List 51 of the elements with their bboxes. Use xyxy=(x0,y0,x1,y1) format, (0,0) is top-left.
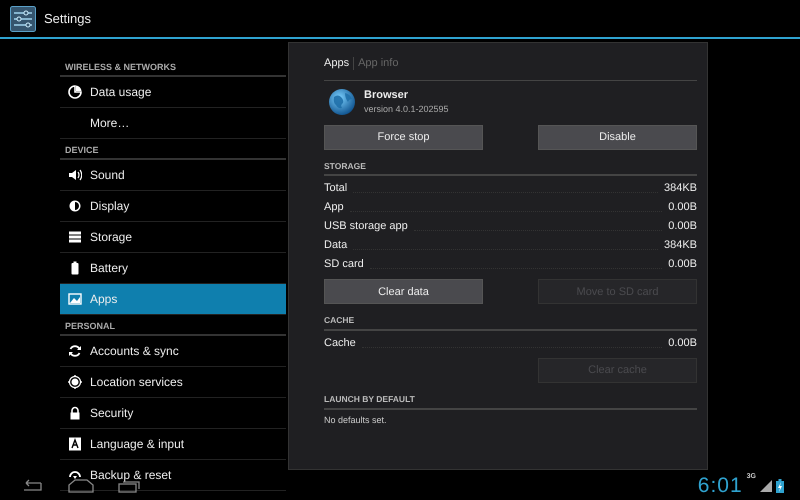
row-value: 0.00B xyxy=(668,219,697,234)
pie-chart-icon xyxy=(68,85,82,99)
sidebar-item[interactable]: Data usage xyxy=(60,77,286,108)
action-button[interactable]: Force stop xyxy=(324,124,483,150)
section-header: STORAGE xyxy=(324,158,697,176)
section-header: LAUNCH BY DEFAULT xyxy=(324,391,697,410)
action-button[interactable]: Disable xyxy=(538,124,697,150)
screen-title: Settings xyxy=(44,10,91,28)
sidebar-item[interactable]: Language & input xyxy=(60,429,286,460)
sidebar-item[interactable]: Display xyxy=(60,191,286,222)
settings-sliders-icon xyxy=(10,6,36,32)
section-header: WIRELESS & NETWORKS xyxy=(60,56,286,77)
sidebar-item[interactable]: More… xyxy=(60,108,286,139)
row-label: Cache xyxy=(324,336,356,351)
sidebar-item[interactable]: Security xyxy=(60,398,286,429)
lock-icon xyxy=(68,406,82,420)
action-button[interactable]: Clear data xyxy=(324,279,483,304)
row-label: Total xyxy=(324,181,348,196)
breadcrumb-link[interactable]: Apps xyxy=(324,55,350,72)
row-label: SD card xyxy=(324,257,364,272)
row-value: 0.00B xyxy=(668,200,697,216)
section-header: CACHE xyxy=(324,312,697,331)
row-label: App xyxy=(324,200,344,216)
app-name: Browser xyxy=(364,88,410,102)
apps-picture-icon xyxy=(68,292,82,306)
sidebar-item[interactable]: Apps xyxy=(60,284,286,315)
sidebar-item[interactable]: Location services xyxy=(60,367,286,398)
sidebar-item[interactable]: Backup & reset xyxy=(60,460,286,491)
location-target-icon xyxy=(68,375,82,389)
sidebar-item[interactable]: Storage xyxy=(60,222,286,253)
sidebar-item[interactable]: Accounts & sync xyxy=(60,336,286,367)
clock-time: 6:01 xyxy=(698,473,743,500)
sync-icon xyxy=(68,344,82,358)
battery-charging-icon xyxy=(776,479,784,493)
row-value: 384KB xyxy=(664,238,697,254)
section-header: DEVICE xyxy=(60,139,286,160)
signal-icon xyxy=(760,480,772,492)
row-label: Data xyxy=(324,238,348,254)
sidebar-item[interactable]: Sound xyxy=(60,160,286,191)
storage-list-icon xyxy=(68,230,82,244)
row-label: USB storage app xyxy=(324,219,408,234)
speaker-icon xyxy=(68,168,82,182)
section-header: PERSONAL xyxy=(60,315,286,336)
globe-icon xyxy=(328,88,356,116)
letter-a-icon xyxy=(68,437,82,451)
row-value: 0.00B xyxy=(668,336,697,351)
brightness-icon xyxy=(68,199,82,213)
app-version: version 4.0.1-202595 xyxy=(364,103,449,116)
info-text: No defaults set. xyxy=(324,414,388,427)
row-value: 0.00B xyxy=(668,257,697,272)
row-value: 384KB xyxy=(664,181,697,196)
